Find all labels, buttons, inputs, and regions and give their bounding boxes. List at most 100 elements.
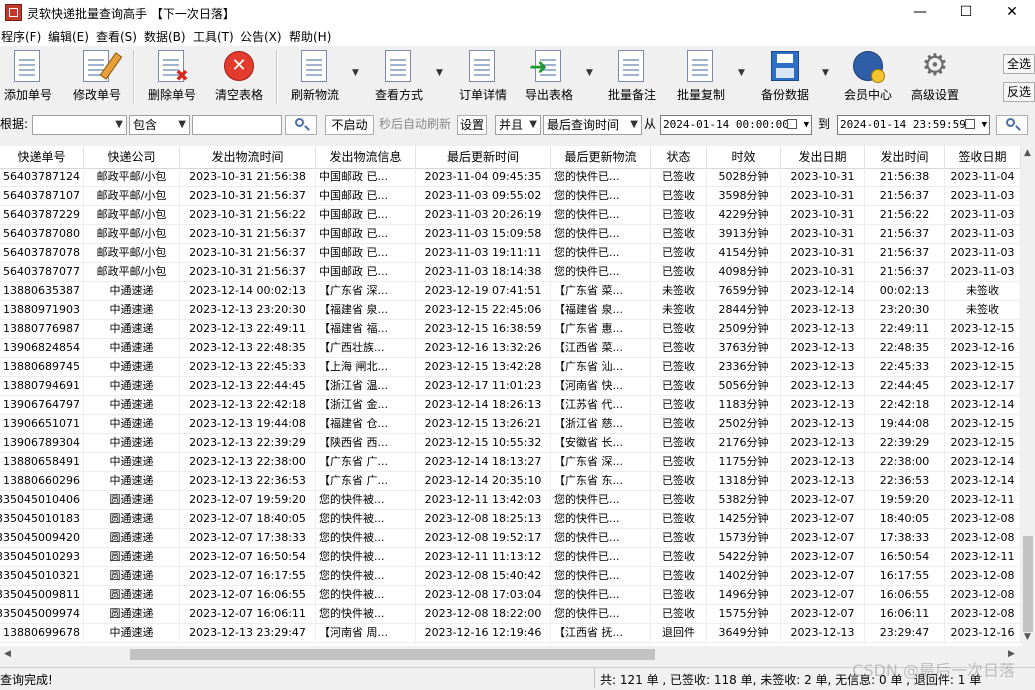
cell-update-info: 您的快件已...	[551, 225, 651, 244]
table-row[interactable]: 56403787080 邮政平邮/小包 2023-10-31 21:56:37 中国邮…	[0, 225, 1021, 244]
table-row[interactable]: 335045010293 圆通速递 2023-12-07 16:50:54 您的快件被…	[0, 548, 1021, 567]
table-row[interactable]: 13880776987 中通速递 2023-12-13 22:49:11 【福建省 福…	[0, 320, 1021, 339]
refresh-logistics-button[interactable]: 刷新物流	[286, 50, 344, 106]
column-header-send-info[interactable]: 发出物流信息	[316, 146, 416, 168]
title-bar: 灵软快递批量查询高手 【下一次日落】 — ☐ ✕	[0, 0, 1035, 25]
filter-search-button[interactable]	[285, 115, 317, 135]
invert-selection-button[interactable]: 反选	[1003, 82, 1035, 102]
cell-tracking-number: 335045009420	[0, 529, 84, 548]
cell-send-date: 2023-12-13	[781, 415, 865, 434]
table-row[interactable]: 13906789304 中通速递 2023-12-13 22:39:29 【陕西省 西…	[0, 434, 1021, 453]
advanced-settings-button[interactable]: ⚙ 高级设置	[905, 50, 965, 106]
close-button[interactable]: ✕	[989, 0, 1035, 25]
batch-note-button[interactable]: 批量备注	[603, 50, 661, 106]
select-all-button[interactable]: 全选	[1003, 54, 1035, 74]
table-row[interactable]: 13880971903 中通速递 2023-12-13 23:20:30 【福建省 泉…	[0, 301, 1021, 320]
table-row[interactable]: 335045010321 圆通速递 2023-12-07 16:17:55 您的快件被…	[0, 567, 1021, 586]
menu-data[interactable]: 数据(B)	[144, 28, 186, 45]
table-row[interactable]: 335045010406 圆通速递 2023-12-07 19:59:20 您的快件被…	[0, 491, 1021, 510]
export-dropdown-icon[interactable]: ▼	[586, 68, 593, 78]
date-search-button[interactable]	[996, 115, 1028, 135]
column-header-update-time[interactable]: 最后更新时间	[416, 146, 551, 168]
cell-duration: 2509分钟	[707, 320, 781, 339]
menu-notice[interactable]: 公告(X)	[240, 28, 282, 45]
cell-send-info: 您的快件被...	[316, 510, 416, 529]
scroll-left-icon[interactable]: ◀	[4, 649, 11, 659]
table-row[interactable]: 56403787124 邮政平邮/小包 2023-10-31 21:56:38 中国邮…	[0, 168, 1021, 187]
cell-status: 已签收	[651, 605, 707, 624]
menu-tools[interactable]: 工具(T)	[193, 28, 234, 45]
column-header-send-clock[interactable]: 发出时间	[865, 146, 945, 168]
menu-edit[interactable]: 编辑(E)	[48, 28, 89, 45]
scroll-down-icon[interactable]: ▼	[1024, 632, 1031, 642]
cell-send-time: 2023-12-07 18:40:05	[180, 510, 316, 529]
table-row[interactable]: 335045010183 圆通速递 2023-12-07 18:40:05 您的快件被…	[0, 510, 1021, 529]
time-field-select[interactable]: 最后查询时间 ▼	[543, 115, 642, 135]
menu-program[interactable]: 程序(F)	[1, 28, 41, 45]
table-row[interactable]: 335045009811 圆通速递 2023-12-07 16:06:55 您的快件被…	[0, 586, 1021, 605]
table-row[interactable]: 56403787229 邮政平邮/小包 2023-10-31 21:56:22 中国邮…	[0, 206, 1021, 225]
logic-select[interactable]: 并且 ▼	[495, 115, 541, 135]
table-row[interactable]: 56403787107 邮政平邮/小包 2023-10-31 21:56:37 中国邮…	[0, 187, 1021, 206]
table-row[interactable]: 13880689745 中通速递 2023-12-13 22:45:33 【上海 闸北…	[0, 358, 1021, 377]
filter-field-select[interactable]: ▼	[32, 115, 127, 135]
column-header-tracking-number[interactable]: 快递单号	[0, 146, 84, 168]
order-detail-button[interactable]: 订单详情	[454, 50, 512, 106]
table-row[interactable]: 56403787077 邮政平邮/小包 2023-10-31 21:56:37 中国邮…	[0, 263, 1021, 282]
table-row[interactable]: 13880658491 中通速递 2023-12-13 22:38:00 【广东省 广…	[0, 453, 1021, 472]
batch-copy-button[interactable]: 批量复制	[671, 50, 731, 106]
view-dropdown-icon[interactable]: ▼	[436, 68, 443, 78]
view-mode-button[interactable]: 查看方式	[370, 50, 428, 106]
menu-view[interactable]: 查看(S)	[96, 28, 137, 45]
table-row[interactable]: 13906824854 中通速递 2023-12-13 22:48:35 【广西壮族.…	[0, 339, 1021, 358]
column-header-duration[interactable]: 时效	[707, 146, 781, 168]
cell-update-info: 您的快件已...	[551, 244, 651, 263]
clear-table-button[interactable]: ✕ 清空表格	[210, 50, 268, 106]
refresh-dropdown-icon[interactable]: ▼	[352, 68, 359, 78]
horizontal-scroll-thumb[interactable]	[130, 649, 655, 660]
maximize-button[interactable]: ☐	[943, 0, 989, 25]
column-header-send-date[interactable]: 发出日期	[781, 146, 865, 168]
table-row[interactable]: 13880794691 中通速递 2023-12-13 22:44:45 【浙江省 温…	[0, 377, 1021, 396]
column-header-send-time[interactable]: 发出物流时间	[180, 146, 316, 168]
menu-help[interactable]: 帮助(H)	[289, 28, 331, 45]
table-row[interactable]: 13880635387 中通速递 2023-12-14 00:02:13 【广东省 深…	[0, 282, 1021, 301]
vertical-scrollbar[interactable]: ▲ ▼	[1021, 146, 1035, 646]
table-row[interactable]: 56403787078 邮政平邮/小包 2023-10-31 21:56:37 中国邮…	[0, 244, 1021, 263]
column-header-courier[interactable]: 快递公司	[84, 146, 180, 168]
member-center-button[interactable]: 会员中心	[838, 50, 898, 106]
vertical-scroll-thumb[interactable]	[1023, 536, 1033, 632]
cell-update-info: 您的快件已...	[551, 491, 651, 510]
document-add-icon	[12, 50, 44, 82]
table-row[interactable]: 13906764797 中通速递 2023-12-13 22:42:18 【浙江省 金…	[0, 396, 1021, 415]
export-table-button[interactable]: ➜ 导出表格	[520, 50, 578, 106]
column-header-status[interactable]: 状态	[651, 146, 707, 168]
cell-send-time: 2023-12-13 23:29:47	[180, 624, 316, 643]
column-header-sign-date[interactable]: 签收日期	[945, 146, 1021, 168]
scroll-up-icon[interactable]: ▲	[1024, 148, 1031, 158]
cell-duration: 7659分钟	[707, 282, 781, 301]
edit-number-button[interactable]: 修改单号	[68, 50, 126, 106]
delete-number-button[interactable]: ✖ 删除单号	[142, 50, 202, 106]
auto-refresh-toggle[interactable]: 不启动	[325, 115, 374, 135]
cell-update-time: 2023-12-16 12:19:46	[416, 624, 551, 643]
keyword-input[interactable]	[192, 115, 282, 135]
backup-dropdown-icon[interactable]: ▼	[822, 68, 829, 78]
table-row[interactable]: 13906651071 中通速递 2023-12-13 19:44:08 【福建省 仓…	[0, 415, 1021, 434]
minimize-button[interactable]: —	[897, 0, 943, 25]
table-row[interactable]: 335045009420 圆通速递 2023-12-07 17:38:33 您的快件被…	[0, 529, 1021, 548]
match-mode-select[interactable]: 包含 ▼	[129, 115, 190, 135]
backup-data-button[interactable]: 备份数据	[755, 50, 815, 106]
from-date-picker[interactable]: 2024-01-14 00:00:00 ▼	[660, 115, 812, 135]
table-row[interactable]: 13880699678 中通速递 2023-12-13 23:29:47 【河南省 周…	[0, 624, 1021, 643]
cell-send-time: 2023-12-13 19:44:08	[180, 415, 316, 434]
table-row[interactable]: 13880660296 中通速递 2023-12-13 22:36:53 【广东省 广…	[0, 472, 1021, 491]
to-date-picker[interactable]: 2024-01-14 23:59:59 ▼	[837, 115, 990, 135]
chevron-down-icon: ▼	[803, 120, 809, 130]
refresh-settings-button[interactable]: 设置	[457, 115, 487, 135]
cell-sign-date: 未签收	[945, 301, 1021, 320]
column-header-update-info[interactable]: 最后更新物流	[551, 146, 651, 168]
table-row[interactable]: 335045009974 圆通速递 2023-12-07 16:06:11 您的快件被…	[0, 605, 1021, 624]
copy-dropdown-icon[interactable]: ▼	[738, 68, 745, 78]
add-number-button[interactable]: 添加单号	[0, 50, 56, 106]
